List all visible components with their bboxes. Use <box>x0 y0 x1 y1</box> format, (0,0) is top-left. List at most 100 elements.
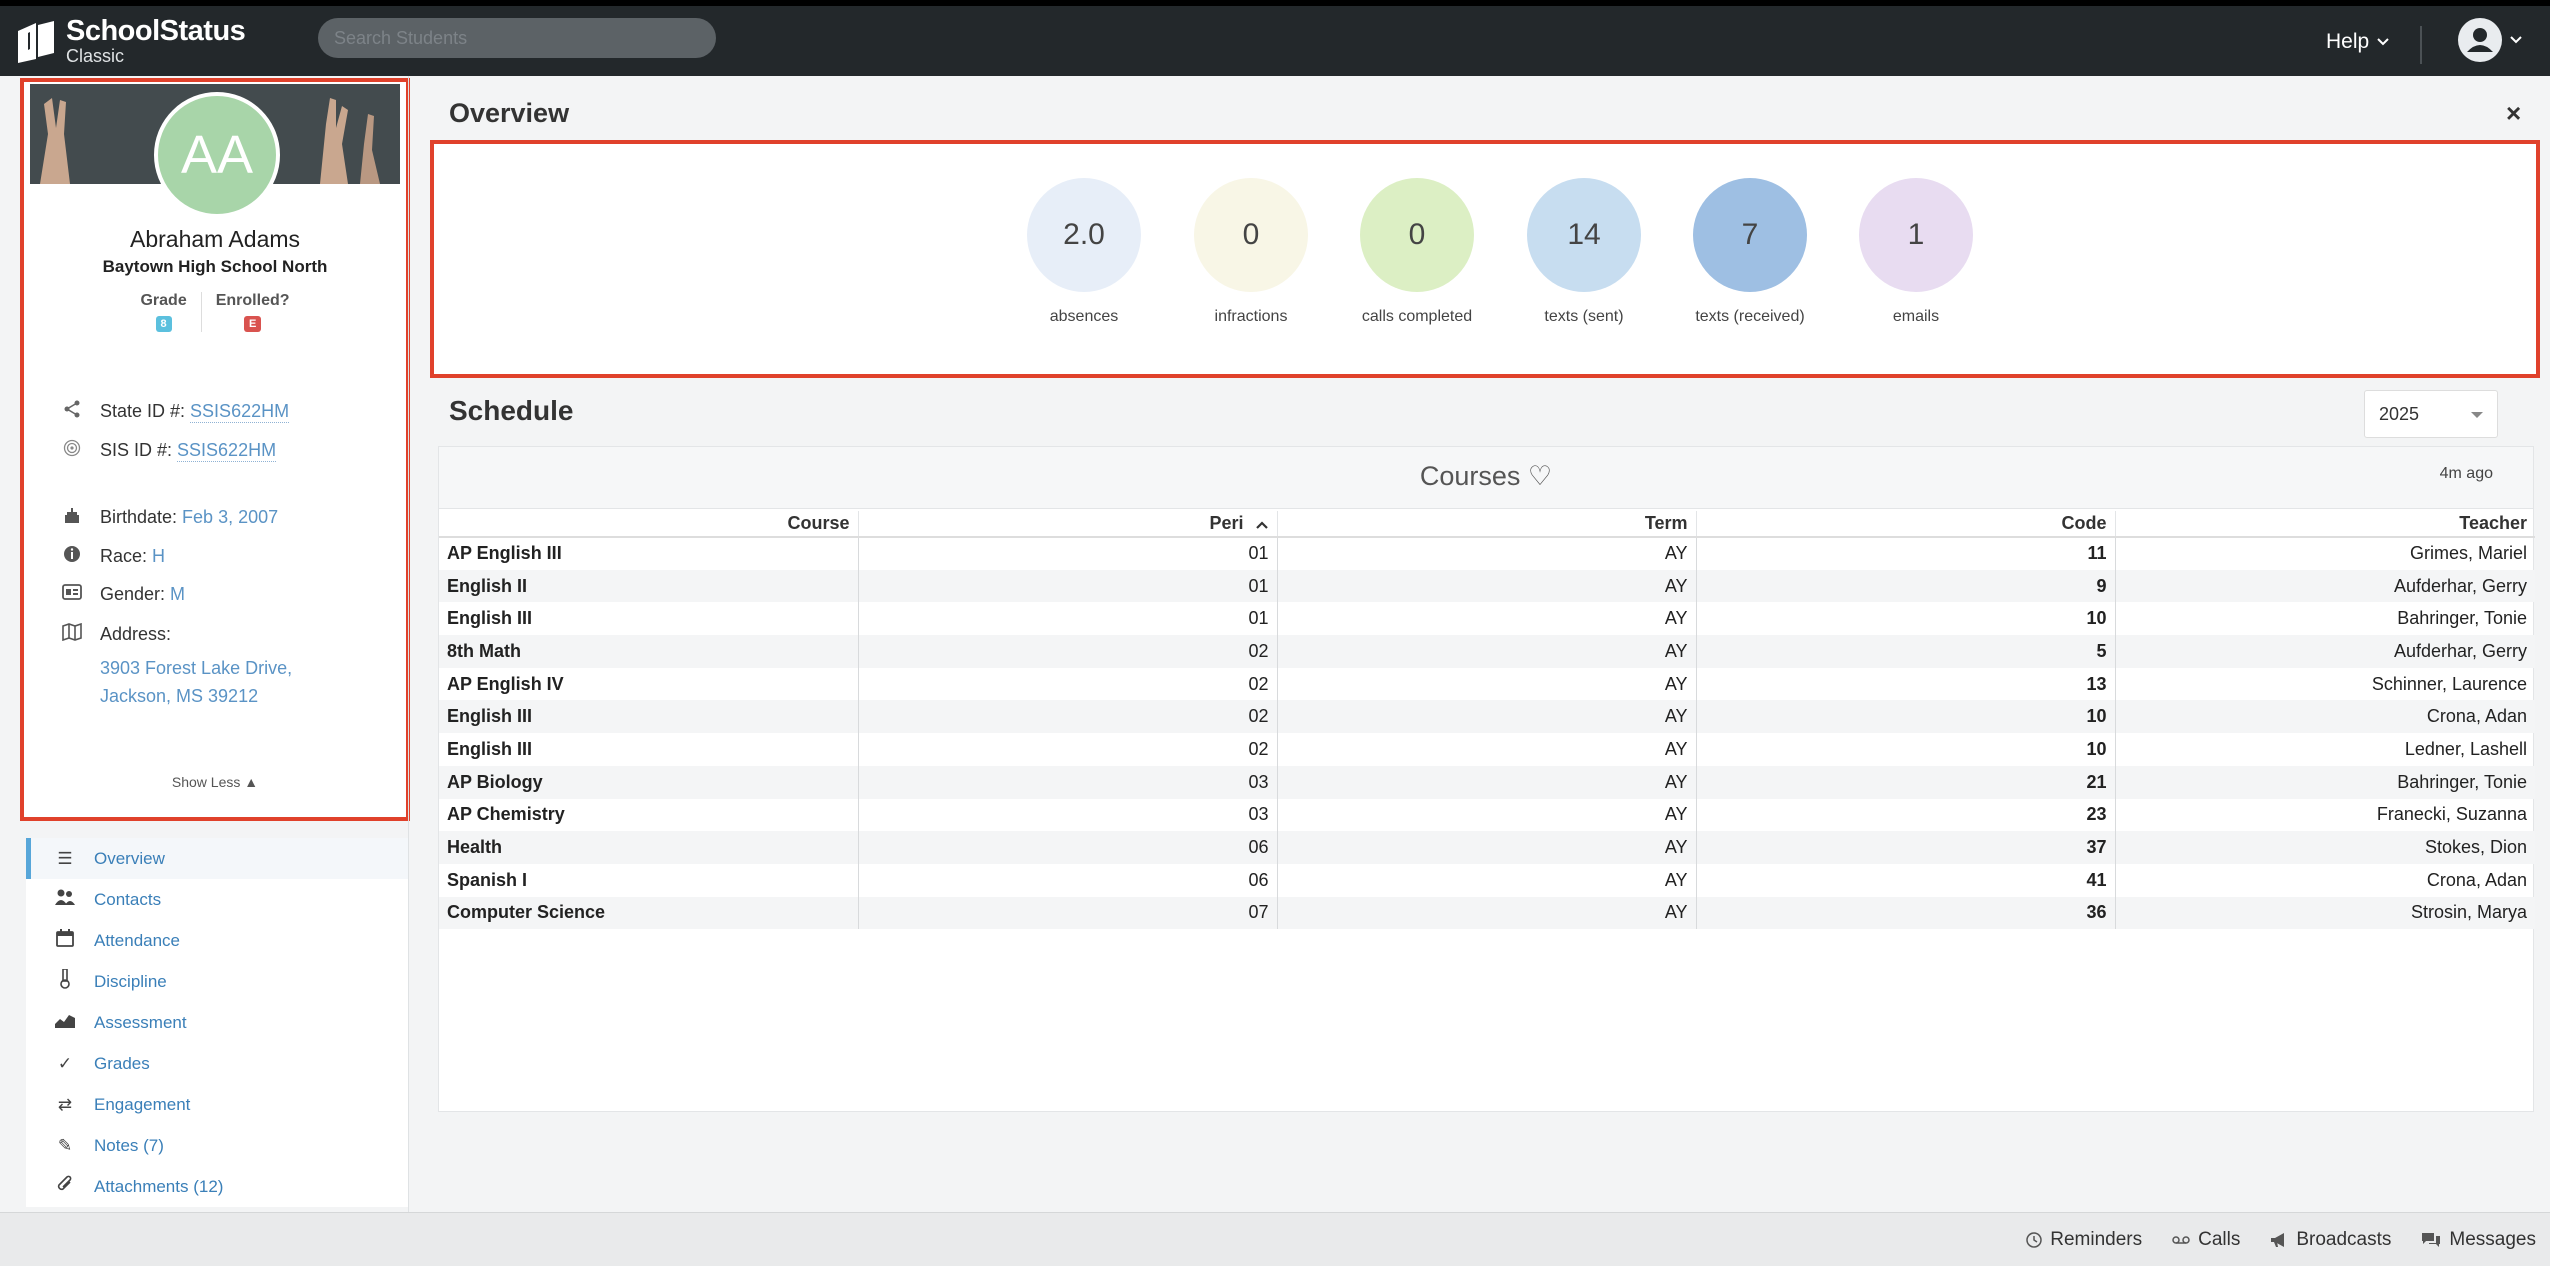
term-cell: AY <box>1276 635 1696 668</box>
column-header-period[interactable]: Peri <box>857 511 1277 538</box>
course-cell: AP Chemistry <box>447 804 565 825</box>
code-cell: 10 <box>1695 733 2115 766</box>
year-select[interactable]: 2025 <box>2364 390 2498 438</box>
race-row: Race: H <box>60 545 165 568</box>
period-cell: 07 <box>857 896 1277 930</box>
menu-item-label: Contacts <box>94 889 162 909</box>
table-row[interactable]: AP Biology 03 AY 21 Bahringer, Tonie <box>439 765 2535 799</box>
teacher-cell: Schinner, Laurence <box>2114 667 2535 701</box>
table-row[interactable]: AP English IV 02 AY 13 Schinner, Laurence <box>439 667 2535 701</box>
course-cell: English III <box>447 608 533 629</box>
stat-label: texts (received) <box>1695 308 1805 325</box>
info-icon <box>60 545 84 568</box>
course-cell: AP English IV <box>447 673 564 694</box>
menu-item-discipline[interactable]: Discipline <box>26 961 408 1002</box>
close-icon[interactable]: × <box>2506 98 2521 129</box>
menu-item-overview[interactable]: ☰ Overview <box>26 838 408 879</box>
period-cell: 03 <box>857 765 1277 799</box>
menu-item-engagement[interactable]: ⇄ Engagement <box>26 1084 408 1125</box>
table-row[interactable]: English II 01 AY 9 Aufderhar, Gerry <box>439 569 2535 603</box>
sis-id-label: SIS ID #: <box>100 440 173 460</box>
courses-title: Courses ♡ <box>1419 461 1553 491</box>
menu-item-attachments[interactable]: Attachments (12) <box>26 1166 408 1207</box>
contacts-icon <box>54 889 76 910</box>
broadcasts-button[interactable]: Broadcasts <box>2270 1229 2391 1251</box>
table-row[interactable]: AP Chemistry 03 AY 23 Franecki, Suzanna <box>439 798 2535 832</box>
table-row[interactable]: English III 02 AY 10 Ledner, Lashell <box>439 733 2535 766</box>
table-row[interactable]: Computer Science 07 AY 36 Strosin, Marya <box>439 896 2535 930</box>
show-less-toggle[interactable]: Show Less ▲ <box>30 774 400 790</box>
reminders-button[interactable]: Reminders <box>2026 1229 2142 1251</box>
teacher-cell: Aufderhar, Gerry <box>2114 635 2535 668</box>
grade-label: Grade <box>140 292 187 309</box>
menu-item-assessment[interactable]: Assessment <box>26 1002 408 1043</box>
search-students-input[interactable] <box>318 18 716 58</box>
user-menu-button[interactable] <box>2458 18 2522 62</box>
course-cell: Computer Science <box>439 896 858 930</box>
menu-item-contacts[interactable]: Contacts <box>26 879 408 920</box>
exchange-icon: ⇄ <box>57 1094 73 1114</box>
stat-circle: 0 <box>1360 178 1474 292</box>
logo[interactable]: SchoolStatus Classic <box>16 16 246 66</box>
menu-item-attendance[interactable]: Attendance <box>26 920 408 961</box>
course-cell: English III <box>439 700 858 734</box>
period-cell: 01 <box>857 602 1277 636</box>
overview-stats-panel: 2.0 absences 0 infractions 0 calls compl… <box>430 140 2540 378</box>
table-row[interactable]: English III 02 AY 10 Crona, Adan <box>439 700 2535 734</box>
table-row[interactable]: 8th Math 02 AY 5 Aufderhar, Gerry <box>439 635 2535 668</box>
stat-circle: 0 <box>1194 178 1308 292</box>
term-cell: AY <box>1276 765 1696 799</box>
teacher-cell: Crona, Adan <box>2114 863 2535 897</box>
calendar-icon <box>54 929 76 952</box>
table-row[interactable]: Health 06 AY 37 Stokes, Dion <box>439 831 2535 864</box>
sis-id-value[interactable]: SSIS622HM <box>177 440 277 462</box>
column-header-course[interactable]: Course <box>439 511 858 538</box>
courses-panel: Courses ♡ 4m ago Course Peri Term Code T… <box>438 446 2535 1112</box>
address-value[interactable]: 3903 Forest Lake Drive, Jackson, MS 3921… <box>100 654 292 710</box>
stat-texts-sent[interactable]: 14 texts (sent) <box>1514 178 1654 326</box>
address-row: Address: <box>60 622 171 646</box>
table-row[interactable]: English III 01 AY 10 Bahringer, Tonie <box>439 602 2535 636</box>
sidebar-divider <box>408 76 409 1212</box>
menu-item-grades[interactable]: ✓ Grades <box>26 1043 408 1084</box>
menu-item-label: Attendance <box>94 930 181 950</box>
column-header-term[interactable]: Term <box>1276 511 1696 538</box>
course-cell: English III <box>447 738 533 759</box>
state-id-value[interactable]: SSIS622HM <box>190 401 290 423</box>
clock-icon <box>2026 1232 2042 1248</box>
stat-emails[interactable]: 1 emails <box>1846 178 1986 326</box>
term-cell: AY <box>1276 863 1696 897</box>
stat-circle: 7 <box>1693 178 1807 292</box>
teacher-cell: Grimes, Mariel <box>2114 537 2535 570</box>
stat-texts-received[interactable]: 7 texts (received) <box>1680 178 1820 326</box>
school-name: Baytown High School North <box>102 257 328 276</box>
teacher-cell: Franecki, Suzanna <box>2114 798 2535 832</box>
messages-button[interactable]: Messages <box>2421 1229 2536 1251</box>
menu-item-label: Assessment <box>94 1012 187 1032</box>
year-select-value: 2025 <box>2379 403 2420 424</box>
chevron-down-icon <box>2377 38 2389 46</box>
stat-calls-completed[interactable]: 0 calls completed <box>1347 178 1487 326</box>
course-cell: AP English III <box>447 543 562 564</box>
stat-infractions[interactable]: 0 infractions <box>1181 178 1321 326</box>
avatar: AA <box>154 92 280 218</box>
teacher-cell: Stokes, Dion <box>2114 831 2535 864</box>
stat-label: absences <box>1049 308 1119 325</box>
column-header-teacher[interactable]: Teacher <box>2114 511 2535 538</box>
code-cell: 23 <box>1695 798 2115 832</box>
code-cell: 36 <box>1695 896 2115 930</box>
schoolstatus-logo-icon <box>16 19 56 63</box>
table-row[interactable]: AP English III 01 AY 11 Grimes, Mariel <box>439 537 2535 570</box>
map-icon <box>60 622 84 646</box>
course-cell: Spanish I <box>447 869 528 890</box>
footer-bar: Reminders Calls Broadcasts Messages <box>0 1212 2550 1266</box>
table-row[interactable]: Spanish I 06 AY 41 Crona, Adan <box>439 863 2535 897</box>
help-menu[interactable]: Help <box>2326 30 2389 54</box>
menu-item-label: Notes (7) <box>94 1135 164 1155</box>
column-header-code[interactable]: Code <box>1695 511 2115 538</box>
broadcasts-label: Broadcasts <box>2296 1229 2392 1250</box>
period-cell: 02 <box>857 667 1277 701</box>
menu-item-notes[interactable]: ✎ Notes (7) <box>26 1125 408 1166</box>
calls-button[interactable]: Calls <box>2172 1229 2240 1251</box>
stat-absences[interactable]: 2.0 absences <box>1014 178 1154 326</box>
